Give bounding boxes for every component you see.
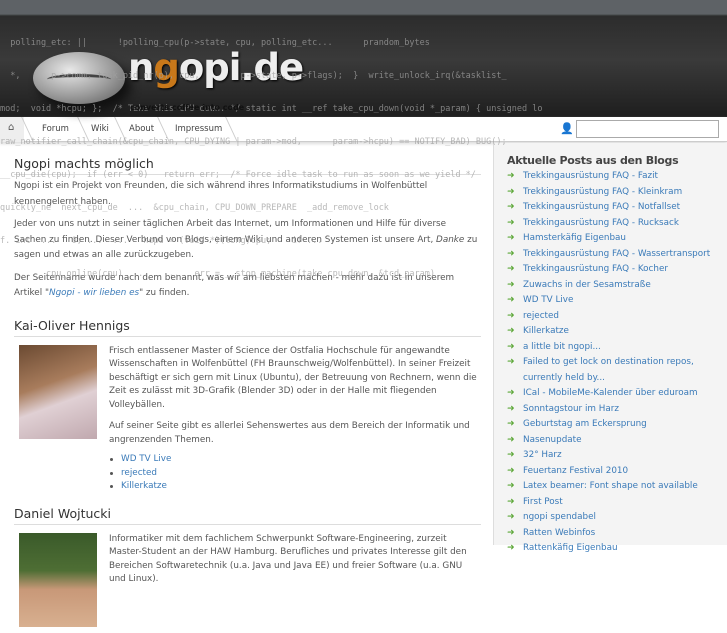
person-bio: Frisch entlassener Master of Science der…: [109, 345, 477, 410]
post-link[interactable]: WD TV Live: [121, 454, 171, 464]
nav-forum[interactable]: Forum: [42, 117, 69, 142]
list-item: WD TV Live: [507, 293, 727, 309]
list-item: Failed to get lock on destination repos,…: [507, 355, 727, 386]
logo-text: g: [153, 46, 179, 89]
post-link[interactable]: ICal - MobileMe-Kalender über eduroam: [523, 388, 698, 398]
text: Ngopi - wir lieben es: [49, 288, 140, 298]
post-link[interactable]: Failed to get lock on destination repos,…: [523, 357, 694, 383]
list-item: Killerkatze: [507, 324, 727, 340]
list-item: Zuwachs in der Sesamstraße: [507, 278, 727, 294]
post-link[interactable]: Ratten Webinfos: [523, 528, 595, 538]
section-title: Ngopi machts möglich: [14, 156, 481, 175]
person-photo: [19, 532, 97, 627]
text: " zu finden.: [139, 288, 190, 298]
list-item: Geburtstag am Eckersprung: [507, 417, 727, 433]
post-link[interactable]: a little bit ngopi...: [523, 342, 601, 352]
post-link[interactable]: Trekkingausrüstung FAQ - Rucksack: [523, 218, 679, 228]
post-link[interactable]: Trekkingausrüstung FAQ - Wassertransport: [523, 249, 710, 259]
list-item: 32° Harz: [507, 448, 727, 464]
nav-separator: [107, 117, 127, 142]
nav-impressum[interactable]: Impressum: [175, 117, 222, 142]
post-link[interactable]: Trekkingausrüstung FAQ - Notfallset: [523, 202, 680, 212]
post-link[interactable]: Killerkatze: [523, 326, 569, 336]
post-link[interactable]: rejected: [523, 311, 559, 321]
list-item: Latex beamer: Font shape not available: [507, 479, 727, 495]
post-link[interactable]: Feuertanz Festival 2010: [523, 466, 628, 476]
person-bio: Informatiker mit dem fachlichem Schwerpu…: [109, 533, 467, 585]
recent-posts-list: Trekkingausrüstung FAQ - Fazit Trekkingau…: [507, 169, 727, 557]
text: Danke: [436, 234, 465, 245]
list-item: Trekkingausrüstung FAQ - Fazit: [507, 169, 727, 185]
post-link[interactable]: Zuwachs in der Sesamstraße: [523, 280, 651, 290]
user-icon[interactable]: 👤: [560, 122, 574, 135]
post-link[interactable]: Latex beamer: Font shape not available: [523, 481, 698, 491]
list-item: Sonntagstour im Harz: [507, 402, 727, 418]
tagline: converts coffee into code: [130, 103, 245, 112]
person-links: WD TV Live rejected Killerkatze: [109, 453, 481, 494]
list-item: Trekkingausrüstung FAQ - Wassertransport: [507, 247, 727, 263]
intro-paragraph: Ngopi ist ein Projekt von Freunden, die …: [14, 181, 428, 207]
list-item: Ratten Webinfos: [507, 526, 727, 542]
article-link[interactable]: Ngopi - wir lieben es: [49, 288, 139, 298]
person-name: Daniel Wojtucki: [14, 506, 481, 525]
post-link[interactable]: Trekkingausrüstung FAQ - Fazit: [523, 171, 658, 181]
person-name: Kai-Oliver Hennigs: [14, 318, 481, 337]
site-header: polling_etc: || !polling_cpu(p->state, c…: [0, 0, 727, 279]
list-item: Trekkingausrüstung FAQ - Notfallset: [507, 200, 727, 216]
site-logo[interactable]: ngopi.de: [128, 46, 304, 89]
logo-text: opi.de: [178, 46, 304, 89]
list-item: Trekkingausrüstung FAQ - Kleinkram: [507, 185, 727, 201]
list-item: Trekkingausrüstung FAQ - Kocher: [507, 262, 727, 278]
list-item: Feuertanz Festival 2010: [507, 464, 727, 480]
main-content: Ngopi machts möglich Ngopi ist ein Proje…: [14, 156, 481, 633]
post-link[interactable]: First Post: [523, 497, 563, 507]
search-input[interactable]: [576, 120, 719, 138]
post-link[interactable]: rejected: [121, 468, 157, 478]
list-item: Nasenupdate: [507, 433, 727, 449]
person-card: Informatiker mit dem fachlichem Schwerpu…: [14, 532, 481, 633]
person-card: Frisch entlassener Master of Science der…: [14, 344, 481, 494]
post-link[interactable]: Hamsterkäfig Eigenbau: [523, 233, 626, 243]
code-line: polling_etc: || !polling_cpu(p->state, c…: [0, 38, 430, 48]
nav-about[interactable]: About: [129, 117, 154, 142]
post-link[interactable]: Trekkingausrüstung FAQ - Kleinkram: [523, 187, 682, 197]
text: Jeder von uns nutzt in seiner täglichen …: [14, 219, 447, 245]
post-link[interactable]: Killerkatze: [121, 481, 167, 491]
person-photo: [19, 344, 97, 439]
post-link[interactable]: 32° Harz: [523, 450, 562, 460]
nav-separator: [70, 117, 90, 142]
list-item: ngopi spendabel: [507, 510, 727, 526]
nav-wiki[interactable]: Wiki: [91, 117, 109, 142]
nav-bar: ⌂ Forum Wiki About Impressum 👤: [0, 117, 727, 142]
list-item: rejected: [507, 309, 727, 325]
logo-text: n: [128, 46, 154, 89]
intro-paragraph: Der Seitenname wurde nach dem benannt, w…: [14, 271, 481, 302]
list-item: a little bit ngopi...: [507, 340, 727, 356]
home-icon: ⌂: [8, 122, 15, 133]
person-bio: Auf seiner Seite gibt es allerlei Sehens…: [109, 421, 470, 445]
post-link[interactable]: ngopi spendabel: [523, 512, 596, 522]
post-link[interactable]: WD TV Live: [523, 295, 573, 305]
sidebar: Aktuelle Posts aus den Blogs Trekkingaus…: [493, 143, 727, 556]
coffee-bean-logo-icon: [33, 52, 125, 104]
sidebar-title: Aktuelle Posts aus den Blogs: [507, 154, 679, 167]
list-item: Hamsterkäfig Eigenbau: [507, 231, 727, 247]
list-item: Killerkatze: [109, 480, 481, 494]
code-line: mod; void *hcpu; }; /* Take this CPU dow…: [0, 104, 543, 114]
list-item: WD TV Live: [109, 453, 481, 467]
post-link[interactable]: Nasenupdate: [523, 435, 582, 445]
list-item: First Post: [507, 495, 727, 511]
list-item: rejected: [109, 467, 481, 481]
list-item: Trekkingausrüstung FAQ - Rucksack: [507, 216, 727, 232]
post-link[interactable]: Trekkingausrüstung FAQ - Kocher: [523, 264, 668, 274]
list-item: ICal - MobileMe-Kalender über eduroam: [507, 386, 727, 402]
post-link[interactable]: Geburtstag am Eckersprung: [523, 419, 647, 429]
post-link[interactable]: Sonntagstour im Harz: [523, 404, 619, 414]
list-item: Rattenkäfig Eigenbau: [507, 541, 727, 557]
intro-paragraph: Jeder von uns nutzt in seiner täglichen …: [14, 217, 481, 264]
